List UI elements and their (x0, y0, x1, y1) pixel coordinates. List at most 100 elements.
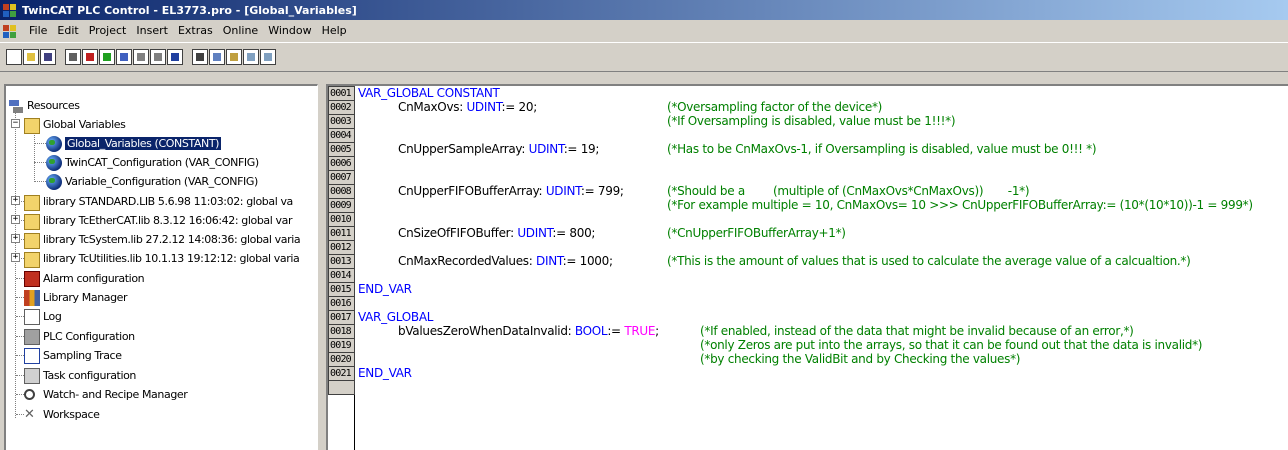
code-comment: (*If Oversampling is disabled, value mus… (667, 114, 956, 128)
code-comment: (*This is the amount of values that is u… (667, 254, 1191, 268)
code-line: CnSizeOfFIFOBuffer: UDINT:= 800; (398, 226, 595, 241)
find-icon[interactable] (243, 49, 259, 65)
tree-item-label: library TcEtherCAT.lib 8.3.12 16:06:42: … (43, 214, 293, 227)
variable-name: CnMaxRecordedValues: (398, 254, 537, 268)
find-next-icon[interactable] (260, 49, 276, 65)
code-line: CnMaxOvs: UDINT:= 20; (398, 100, 537, 115)
tree-item-global-variables[interactable]: Global Variables (24, 115, 126, 134)
tree-item-log[interactable]: Log (24, 307, 62, 326)
line-number: 0018 (328, 324, 355, 339)
panel-splitter[interactable] (318, 84, 326, 450)
tree-item-workspace[interactable]: ✕ Workspace (24, 405, 100, 424)
variable-assign: := 800; (552, 226, 596, 240)
folder-icon (24, 233, 40, 249)
menu-edit[interactable]: Edit (52, 22, 83, 39)
menu-file[interactable]: File (24, 22, 52, 39)
compile-icon[interactable] (65, 49, 81, 65)
tree-item-label: Global Variables (43, 118, 126, 131)
menu-window[interactable]: Window (263, 22, 316, 39)
tree-item-resources[interactable]: Resources (8, 96, 80, 115)
line-number: 0002 (328, 100, 355, 115)
login-icon[interactable] (82, 49, 98, 65)
paste-icon[interactable] (226, 49, 242, 65)
open-icon[interactable] (23, 49, 39, 65)
run-icon[interactable] (116, 49, 132, 65)
tree-item-watch-recipe-manager[interactable]: Watch- and Recipe Manager (24, 385, 188, 404)
code-keyword: END_VAR (358, 282, 412, 296)
logout-icon[interactable] (99, 49, 115, 65)
statement-end: ; (655, 324, 659, 338)
variable-name: CnSizeOfFIFOBuffer: (398, 226, 518, 240)
cut-icon[interactable] (192, 49, 208, 65)
code-line: CnUpperSampleArray: UDINT:= 19; (398, 142, 599, 157)
menu-insert[interactable]: Insert (131, 22, 173, 39)
code-keyword: VAR_GLOBAL CONSTANT (358, 86, 500, 100)
globe-icon (46, 154, 62, 171)
code-comment: (*For example multiple = 10, CnMaxOvs= 1… (667, 198, 1253, 212)
variable-name: CnMaxOvs: (398, 100, 467, 114)
folder-icon (24, 214, 40, 230)
tree-item-variable-configuration[interactable]: Variable_Configuration (VAR_CONFIG) (46, 172, 258, 191)
tree-item-label: Workspace (43, 408, 100, 421)
tree-item-task-configuration[interactable]: Task configuration (24, 366, 136, 385)
boolean-literal: TRUE (624, 324, 656, 338)
tree-item-label: Global_Variables (CONSTANT) (65, 137, 222, 150)
expand-library-tcsystem[interactable]: + (11, 234, 20, 243)
globe-icon (46, 173, 62, 190)
title-bar[interactable]: TwinCAT PLC Control - EL3773.pro - [Glob… (0, 0, 1288, 20)
menu-help[interactable]: Help (317, 22, 352, 39)
tree-item-library-standard[interactable]: library STANDARD.LIB 5.6.98 11:03:02: gl… (24, 192, 293, 211)
tree-item-library-tcutilities[interactable]: library TcUtilities.lib 10.1.13 19:12:12… (24, 249, 300, 268)
code-keyword: VAR_GLOBAL (358, 310, 434, 324)
save-icon[interactable] (40, 49, 56, 65)
variable-type: DINT (536, 254, 563, 268)
folder-open-icon (24, 118, 40, 134)
tree-item-twincat-configuration[interactable]: TwinCAT_Configuration (VAR_CONFIG) (46, 153, 259, 172)
tree-item-label: TwinCAT_Configuration (VAR_CONFIG) (65, 156, 259, 169)
code-comment: (*Oversampling factor of the device*) (667, 100, 883, 114)
log-icon (24, 308, 40, 325)
expand-global-variables[interactable]: − (11, 119, 20, 128)
code-line: CnMaxRecordedValues: DINT:= 1000; (398, 254, 613, 269)
code-comment: (*Has to be CnMaxOvs-1, if Oversampling … (667, 142, 1097, 156)
line-number: 0004 (328, 128, 355, 143)
variable-name: CnUpperFIFOBufferArray: (398, 184, 546, 198)
tree-item-global-variables-constant[interactable]: Global_Variables (CONSTANT) (46, 134, 222, 153)
tree-item-label: library TcSystem.lib 27.2.12 14:08:36: g… (43, 233, 301, 246)
resources-icon (8, 97, 24, 114)
line-number (328, 380, 355, 395)
variable-assign: := 1000; (562, 254, 613, 268)
task-configuration-icon (24, 367, 40, 384)
tree-item-library-tcsystem[interactable]: library TcSystem.lib 27.2.12 14:08:36: g… (24, 230, 301, 249)
tree-item-sampling-trace[interactable]: Sampling Trace (24, 346, 122, 365)
variable-type: UDINT (466, 100, 502, 114)
line-number: 0008 (328, 184, 355, 199)
new-icon[interactable] (6, 49, 22, 65)
step-icon[interactable] (150, 49, 166, 65)
watch-icon[interactable] (167, 49, 183, 65)
resources-tree-panel[interactable]: − + + + + Resources Global Variables Glo… (4, 84, 318, 450)
expand-library-tcutilities[interactable]: + (11, 253, 20, 262)
document-window-icon[interactable] (2, 23, 18, 39)
expand-library-tcethercat[interactable]: + (11, 215, 20, 224)
menu-extras[interactable]: Extras (173, 22, 218, 39)
tree-item-library-tcethercat[interactable]: library TcEtherCAT.lib 8.3.12 16:06:42: … (24, 211, 292, 230)
line-number: 0010 (328, 212, 355, 227)
menu-online[interactable]: Online (218, 22, 263, 39)
code-line: CnUpperFIFOBufferArray: UDINT:= 799; (398, 184, 624, 199)
line-number: 0003 (328, 114, 355, 129)
menu-project[interactable]: Project (84, 22, 132, 39)
code-editor[interactable]: 0001 0002 0003 0004 0005 0006 0007 0008 … (326, 84, 1288, 450)
line-number: 0020 (328, 352, 355, 367)
stop-icon[interactable] (133, 49, 149, 65)
folder-icon (24, 252, 40, 268)
tree-item-label: Library Manager (43, 291, 128, 304)
tree-item-library-manager[interactable]: Library Manager (24, 288, 128, 307)
tree-item-label: Alarm configuration (43, 272, 145, 285)
line-number: 0017 (328, 310, 355, 325)
expand-library-standard[interactable]: + (11, 196, 20, 205)
copy-icon[interactable] (209, 49, 225, 65)
tree-item-plc-configuration[interactable]: PLC Configuration (24, 327, 135, 346)
variable-type: UDINT (545, 184, 581, 198)
tree-item-alarm-configuration[interactable]: Alarm configuration (24, 269, 145, 288)
